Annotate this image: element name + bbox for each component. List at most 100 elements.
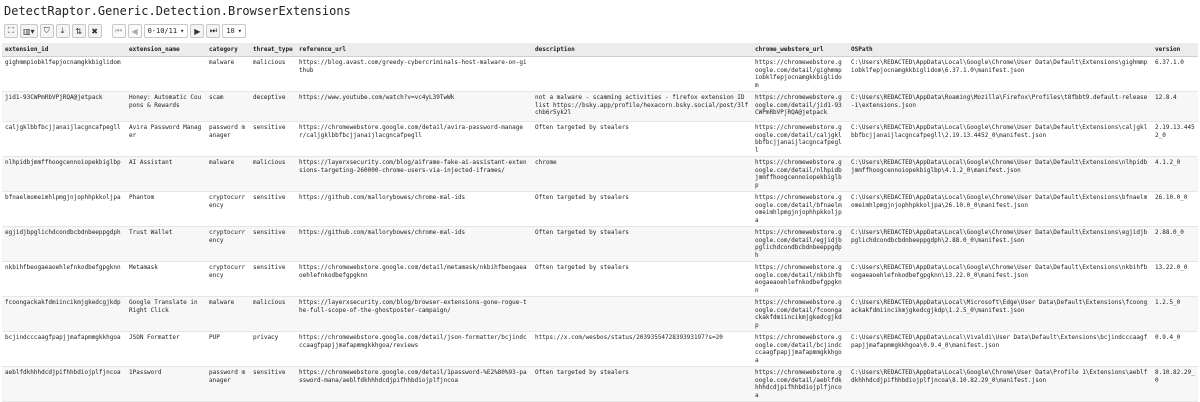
column-header-category[interactable]: category: [206, 43, 250, 57]
table-toolbar: ⛶ ▥▾ ⛉ ⤓ ⇅ ✖ ⏮ ◀ 0-10/11 ▾ ▶ ⏭ 10 ▾: [0, 22, 1200, 40]
cell-reference-url: https://www.youtube.com/watch?v=vc4yL39T…: [296, 91, 532, 122]
table-row[interactable]: egjidjbpglichdcondbcbdnbeeppgdph Trust Wa…: [2, 226, 1198, 262]
cell-description: Often targeted by stealers: [532, 261, 752, 297]
column-header-description[interactable]: description: [532, 43, 752, 57]
cell-category: malware: [206, 56, 250, 92]
cell-version: 4.1.2_0: [1152, 156, 1198, 192]
chevron-down-icon: ▾: [180, 27, 185, 35]
column-header-extension-name[interactable]: extension_name: [126, 43, 206, 57]
page-range-label: 0-10/11: [147, 27, 178, 35]
cell-reference-url: https://chromewebstore.google.com/detail…: [296, 331, 532, 367]
cell-ospath: C:\Users\REDACTED\AppData\Local\Google\C…: [848, 191, 1152, 227]
cell-extension-name: AI Assistant: [126, 156, 206, 192]
column-header-reference-url[interactable]: reference_url: [296, 43, 532, 57]
cell-ospath: C:\Users\REDACTED\AppData\Local\Microsof…: [848, 296, 1152, 332]
cell-extension-id: jid1-93CWPmRbVPjRQA@jetpack: [2, 91, 126, 122]
cell-threat-type: sensitive: [250, 366, 296, 402]
transform-icon[interactable]: ⇅: [71, 24, 86, 38]
filter-icon[interactable]: ⛉: [39, 24, 54, 38]
table-row[interactable]: fcoongackakfdmiincikmjgkedcgjkdp Google T…: [2, 296, 1198, 332]
cell-reference-url: https://github.com/mallorybowes/chrome-m…: [296, 191, 532, 227]
cell-threat-type: privacy: [250, 331, 296, 367]
cell-version: 0.9.4_0: [1152, 331, 1198, 367]
last-page-icon[interactable]: ⏭: [206, 24, 221, 38]
cell-version: 2.19.13.4452_0: [1152, 121, 1198, 157]
chevron-down-icon: ▾: [237, 27, 242, 35]
table-row[interactable]: aeblfdkhhhdcdjpifhhbdiojplfjncoa 1Passwor…: [2, 366, 1198, 402]
cell-chrome-webstore-url: https://chromewebstore.google.com/detail…: [752, 156, 848, 192]
first-page-icon[interactable]: ⏮: [111, 24, 126, 38]
table-row[interactable]: bcjindcccaagfpapjjmafapmmgkkhgoa JSON For…: [2, 331, 1198, 367]
cell-extension-name: Google Translate in Right Click: [126, 296, 206, 332]
cell-extension-name: JSON Formatter: [126, 331, 206, 367]
page-title: DetectRaptor.Generic.Detection.BrowserEx…: [4, 4, 351, 18]
cell-description: not a malware - scamming activities - fi…: [532, 91, 752, 122]
next-page-icon[interactable]: ▶: [190, 24, 205, 38]
cell-chrome-webstore-url: https://chromewebstore.google.com/detail…: [752, 331, 848, 367]
cell-ospath: C:\Users\REDACTED\AppData\Local\Vivaldi\…: [848, 331, 1152, 367]
column-header-extension-id[interactable]: extension_id: [2, 43, 126, 57]
cell-version: 12.8.4: [1152, 91, 1198, 122]
cell-chrome-webstore-url: https://chromewebstore.google.com/detail…: [752, 191, 848, 227]
page-size-select[interactable]: 10 ▾: [222, 24, 246, 38]
columns-menu-icon[interactable]: ▥▾: [20, 24, 38, 38]
cell-description: Often targeted by stealers: [532, 191, 752, 227]
cell-category: malware: [206, 296, 250, 332]
cell-ospath: C:\Users\REDACTED\AppData\Local\Google\C…: [848, 366, 1152, 402]
cell-description: Often targeted by stealers: [532, 121, 752, 157]
cell-category: cryptocurrency: [206, 226, 250, 262]
cell-chrome-webstore-url: https://chromewebstore.google.com/detail…: [752, 366, 848, 402]
fullscreen-icon[interactable]: ⛶: [4, 24, 18, 38]
cell-extension-id: bfnaelmomeimhlpmgjnjophhpkkoljpa: [2, 191, 126, 227]
cell-version: 8.10.82.29_0: [1152, 366, 1198, 402]
cell-threat-type: malicious: [250, 296, 296, 332]
cell-description: https://x.com/wesbos/status/203935547283…: [532, 331, 752, 367]
cell-category: malware: [206, 156, 250, 192]
collapse-icon[interactable]: ✖: [87, 24, 102, 38]
cell-threat-type: sensitive: [250, 261, 296, 297]
prev-page-icon[interactable]: ◀: [127, 24, 142, 38]
cell-ospath: C:\Users\REDACTED\AppData\Local\Google\C…: [848, 121, 1152, 157]
cell-reference-url: https://blog.avast.com/greedy-cybercrimi…: [296, 56, 532, 92]
table-row[interactable]: nkbihfbeogaeaoehlefnkodbefgpgknn Metamask…: [2, 261, 1198, 297]
table-row[interactable]: nlhpidbjmmffhoogcennoiopekbiglbp AI Assis…: [2, 156, 1198, 192]
cell-category: cryptocurrency: [206, 191, 250, 227]
cell-extension-id: nkbihfbeogaeaoehlefnkodbefgpgknn: [2, 261, 126, 297]
table-row[interactable]: bfnaelmomeimhlpmgjnjophhpkkoljpa Phantom c…: [2, 191, 1198, 227]
download-icon[interactable]: ⤓: [55, 24, 70, 38]
cell-extension-id: aeblfdkhhhdcdjpifhhbdiojplfjncoa: [2, 366, 126, 402]
cell-ospath: C:\Users\REDACTED\AppData\Local\Google\C…: [848, 156, 1152, 192]
cell-extension-id: gighmmpiobklfepjocnamgkkbiglidom: [2, 56, 126, 92]
cell-category: cryptocurrency: [206, 261, 250, 297]
cell-ospath: C:\Users\REDACTED\AppData\Local\Google\C…: [848, 56, 1152, 92]
table-row[interactable]: jid1-93CWPmRbVPjRQA@jetpack Honey: Automa…: [2, 91, 1198, 122]
column-header-version[interactable]: version: [1152, 43, 1198, 57]
cell-extension-id: egjidjbpglichdcondbcbdnbeeppgdph: [2, 226, 126, 262]
cell-description: chrome: [532, 156, 752, 192]
column-header-chrome-webstore-url[interactable]: chrome_webstore_url: [752, 43, 848, 57]
cell-category: scam: [206, 91, 250, 122]
cell-extension-id: caljgklbbfbcjjanaijlacgncafpegll: [2, 121, 126, 157]
cell-ospath: C:\Users\REDACTED\AppData\Local\Google\C…: [848, 261, 1152, 297]
cell-reference-url: https://chromewebstore.google.com/detail…: [296, 366, 532, 402]
cell-reference-url: https://github.com/mallorybowes/chrome-m…: [296, 226, 532, 262]
results-table: extension_id extension_name category threat…: [2, 43, 1198, 402]
cell-chrome-webstore-url: https://chromewebstore.google.com/detail…: [752, 261, 848, 297]
table-body: gighmmpiobklfepjocnamgkkbiglidom malware m…: [2, 56, 1198, 402]
cell-threat-type: sensitive: [250, 191, 296, 227]
cell-version: 6.37.1.0: [1152, 56, 1198, 92]
cell-description: Often targeted by stealers: [532, 226, 752, 262]
cell-category: PUP: [206, 331, 250, 367]
column-header-threat-type[interactable]: threat_type: [250, 43, 296, 57]
page-range-select[interactable]: 0-10/11 ▾: [143, 24, 189, 38]
cell-extension-id: nlhpidbjmmffhoogcennoiopekbiglbp: [2, 156, 126, 192]
column-header-ospath[interactable]: OSPath: [848, 43, 1152, 57]
cell-category: password manager: [206, 121, 250, 157]
cell-reference-url: https://chromewebstore.google.com/detail…: [296, 261, 532, 297]
cell-chrome-webstore-url: https://chromewebstore.google.com/detail…: [752, 121, 848, 157]
table-header-row: extension_id extension_name category threat…: [2, 43, 1198, 57]
cell-chrome-webstore-url: https://chromewebstore.google.com/detail…: [752, 91, 848, 122]
table-row[interactable]: caljgklbbfbcjjanaijlacgncafpegll Avira Pa…: [2, 121, 1198, 157]
cell-extension-name: [126, 56, 206, 92]
table-row[interactable]: gighmmpiobklfepjocnamgkkbiglidom malware m…: [2, 56, 1198, 92]
